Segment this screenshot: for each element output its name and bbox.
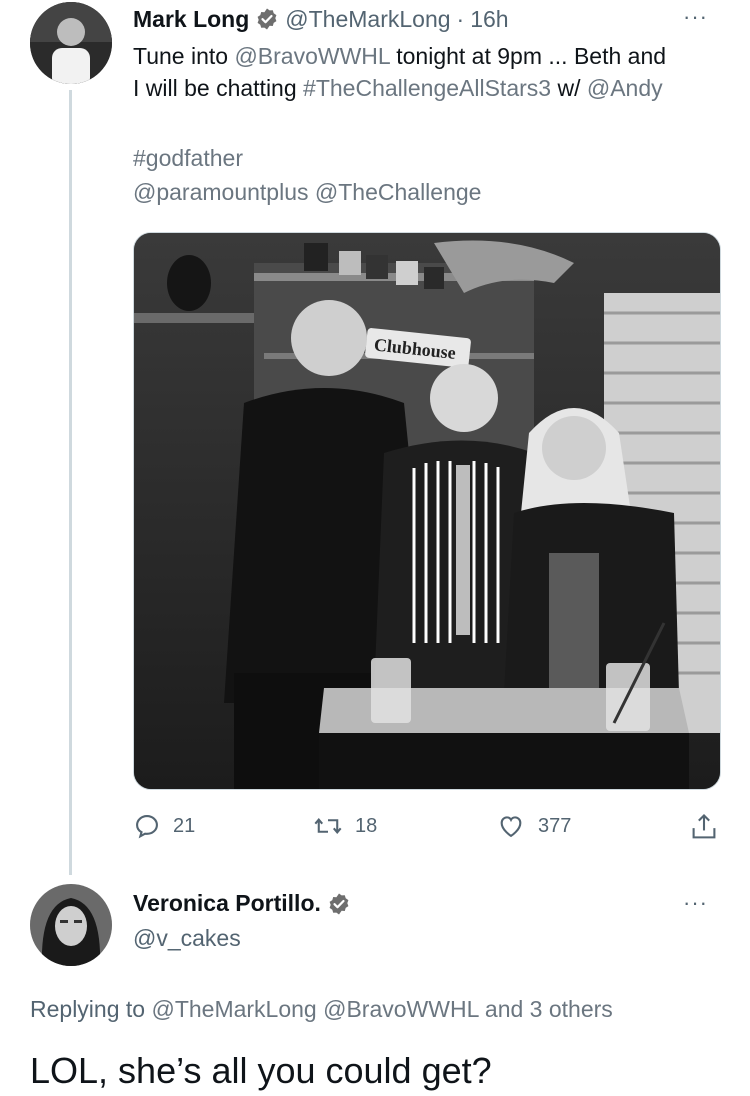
author-name[interactable]: Mark Long bbox=[133, 6, 249, 33]
tweet-time[interactable]: 16h bbox=[470, 6, 508, 33]
heart-icon bbox=[500, 816, 522, 838]
share-button[interactable] bbox=[690, 812, 718, 842]
photo-image: Clubhouse bbox=[134, 233, 720, 789]
reply-avatar[interactable] bbox=[30, 884, 112, 966]
separator-dot: · bbox=[456, 5, 465, 32]
replying-to-accounts[interactable]: @TheMarkLong @BravoWWHL bbox=[151, 996, 478, 1022]
like-count: 377 bbox=[538, 814, 572, 837]
mention-thechallenge[interactable]: @TheChallenge bbox=[315, 179, 482, 205]
reply-header: Veronica Portillo. bbox=[133, 890, 351, 917]
hashtag-godfather-text[interactable]: #godfather bbox=[133, 145, 243, 171]
reply-avatar-image bbox=[30, 884, 112, 966]
avatar-image bbox=[30, 2, 112, 84]
tweet-line-mentions: @paramountplus @TheChallenge bbox=[133, 176, 481, 208]
replying-others[interactable]: and 3 others bbox=[479, 996, 613, 1022]
tweet-line-2: I will be chatting #TheChallengeAllStars… bbox=[133, 72, 733, 104]
more-options-icon[interactable]: ··· bbox=[683, 4, 708, 30]
mention-paramount[interactable]: @paramountplus bbox=[133, 179, 309, 205]
reply-more-options-icon[interactable]: ··· bbox=[683, 890, 708, 916]
thread-line bbox=[69, 90, 72, 875]
tweet-photo[interactable]: Clubhouse bbox=[133, 232, 721, 790]
text-segment: Tune into bbox=[133, 43, 235, 69]
reply-count: 21 bbox=[173, 814, 196, 837]
text-segment: tonight at 9pm ... Beth and bbox=[389, 43, 667, 69]
tweet-text: Tune into @BravoWWHL tonight at 9pm ... … bbox=[133, 40, 733, 104]
reply-button[interactable]: 21 bbox=[133, 812, 195, 840]
reply-author-handle[interactable]: @v_cakes bbox=[133, 925, 241, 952]
retweet-count: 18 bbox=[355, 814, 378, 837]
mention-bravo[interactable]: @BravoWWHL bbox=[234, 43, 389, 69]
retweet-button[interactable]: 18 bbox=[313, 812, 377, 840]
share-icon bbox=[692, 813, 716, 839]
reply-author-name[interactable]: Veronica Portillo. bbox=[133, 890, 321, 917]
text-segment: w/ bbox=[551, 75, 587, 101]
replying-to: Replying to @TheMarkLong @BravoWWHL and … bbox=[30, 996, 613, 1023]
reply-icon bbox=[136, 815, 158, 839]
author-handle[interactable]: @TheMarkLong bbox=[285, 6, 450, 33]
retweet-icon bbox=[314, 818, 342, 834]
text-segment: I will be chatting bbox=[133, 75, 304, 101]
replying-prefix: Replying to bbox=[30, 996, 152, 1022]
like-button[interactable]: 377 bbox=[496, 812, 571, 840]
tweet-line-1: Tune into @BravoWWHL tonight at 9pm ... … bbox=[133, 40, 733, 72]
tweet-header: Mark Long @TheMarkLong · 16h bbox=[133, 4, 509, 34]
verified-badge-icon bbox=[257, 8, 277, 30]
verified-badge-icon bbox=[329, 893, 349, 914]
mention-andy[interactable]: @Andy bbox=[587, 75, 663, 101]
hashtag-challenge[interactable]: #TheChallengeAllStars3 bbox=[303, 75, 551, 101]
avatar[interactable] bbox=[30, 2, 112, 84]
reply-text: LOL, she’s all you could get? bbox=[30, 1050, 492, 1091]
hashtag-godfather[interactable]: #godfather bbox=[133, 142, 243, 174]
